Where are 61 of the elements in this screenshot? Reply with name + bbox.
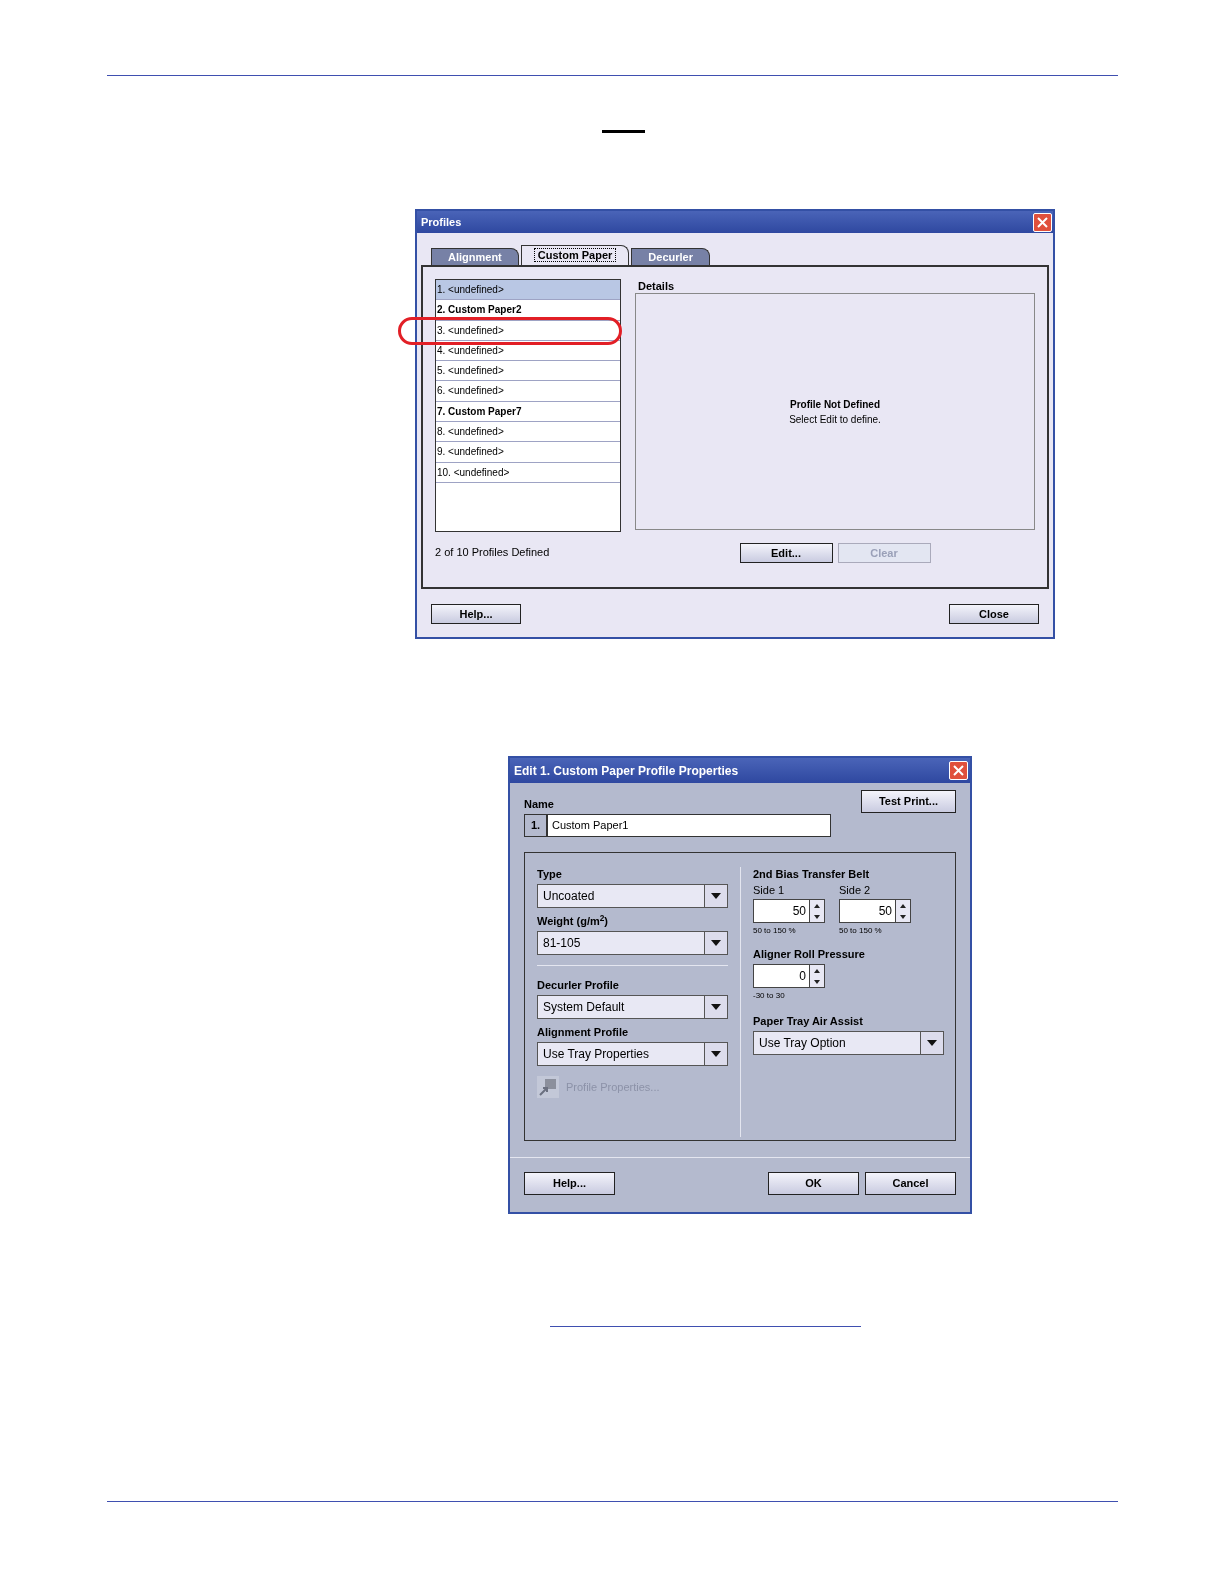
list-item[interactable]: 2. Custom Paper2 (436, 300, 620, 321)
list-item[interactable]: 5. <undefined> (436, 361, 620, 382)
list-item[interactable]: 7. Custom Paper7 (436, 401, 620, 423)
details-heading: Details (638, 279, 676, 293)
profile-count: 2 of 10 Profiles Defined (435, 545, 551, 560)
side-label: Side 2 (839, 883, 872, 897)
dropdown[interactable]: 81-105 (537, 931, 728, 955)
caret-icon (711, 893, 721, 899)
name-field[interactable]: Custom Paper1 (547, 814, 831, 837)
range-hint: 50 to 150 % (839, 925, 883, 937)
list-item[interactable]: 3. <undefined> (436, 320, 620, 341)
field-label: Alignment Profile (537, 1025, 630, 1039)
tab[interactable]: Custom Paper (520, 245, 630, 265)
list-item[interactable]: 4. <undefined> (436, 340, 620, 362)
list-item[interactable]: 8. <undefined> (436, 422, 620, 443)
range-hint: -30 to 30 (753, 990, 786, 1002)
tab[interactable]: Alignment (431, 248, 519, 265)
window-title: Profiles (421, 214, 462, 230)
tab[interactable]: Decurler (631, 248, 710, 265)
name-label: Name (524, 797, 555, 811)
footer-button[interactable]: Help... (524, 1172, 615, 1195)
field-label: Decurler Profile (537, 978, 620, 992)
close-button[interactable] (1033, 212, 1052, 232)
side-label: Side 1 (753, 883, 786, 897)
dropdown[interactable]: Uncoated (537, 884, 728, 908)
details-message: Profile Not Defined (790, 397, 880, 412)
dropdown[interactable]: Use Tray Option (753, 1031, 944, 1055)
list-item[interactable]: 10. <undefined> (436, 462, 620, 483)
footer-button[interactable]: Help... (431, 604, 521, 624)
close-icon (953, 765, 964, 776)
footer-button[interactable]: Cancel (865, 1172, 956, 1195)
list-item[interactable]: 9. <undefined> (436, 442, 620, 463)
footer-button[interactable]: Close (949, 604, 1039, 624)
close-button[interactable] (949, 761, 968, 780)
field-label: Paper Tray Air Assist (753, 1014, 864, 1028)
range-hint: 50 to 150 % (753, 925, 797, 937)
up-arrow-icon (900, 903, 906, 908)
up-arrow-icon (814, 903, 820, 908)
close-icon (1037, 216, 1048, 228)
field-label: Type (537, 867, 563, 881)
test-print-button[interactable]: Test Print... (861, 790, 956, 813)
details-hint: Select Edit to define. (789, 412, 881, 427)
caret-icon (711, 1051, 721, 1057)
up-arrow-icon (814, 968, 820, 973)
caret-icon (927, 1040, 937, 1046)
down-arrow-icon (814, 979, 820, 984)
down-arrow-icon (814, 914, 820, 919)
dialog-button[interactable]: Edit... (739, 543, 833, 563)
window-title: Edit 1. Custom Paper Profile Properties (514, 762, 739, 780)
dropdown[interactable]: Use Tray Properties (537, 1042, 728, 1066)
dropdown[interactable]: System Default (537, 995, 728, 1019)
caret-icon (711, 1004, 721, 1010)
name-index: 1. (524, 814, 547, 837)
down-arrow-icon (900, 914, 906, 919)
section-heading: 2nd Bias Transfer Belt (753, 867, 871, 881)
footer-button[interactable]: OK (768, 1172, 859, 1195)
list-item[interactable]: 1. <undefined> (436, 280, 620, 301)
field-label: Aligner Roll Pressure (753, 947, 866, 961)
field-label: Weight (g/m$^{2}$) (537, 914, 609, 928)
list-item[interactable]: 6. <undefined> (436, 381, 620, 402)
caret-icon (711, 940, 721, 946)
